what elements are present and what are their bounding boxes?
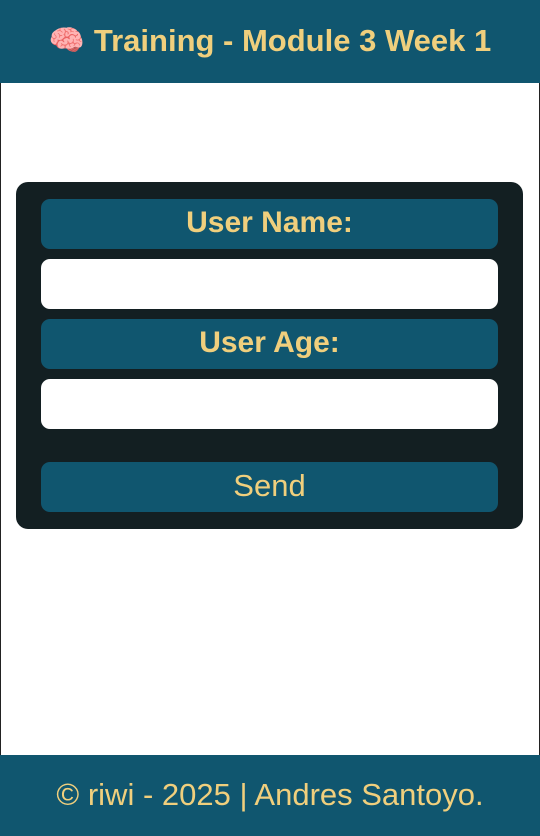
page-title: Training - Module 3 Week 1 <box>93 22 492 58</box>
user-name-label: User Name: <box>41 199 498 249</box>
user-age-label: User Age: <box>41 319 498 369</box>
footer-copyright: © riwi - 2025 | Andres Santoyo. <box>56 776 484 812</box>
page-footer: © riwi - 2025 | Andres Santoyo. <box>0 755 540 836</box>
send-button[interactable]: Send <box>41 462 498 512</box>
user-form: User Name: User Age: Send <box>16 182 523 529</box>
page-header: 🧠 Training - Module 3 Week 1 <box>0 0 540 83</box>
user-age-input[interactable] <box>41 379 498 429</box>
user-name-input[interactable] <box>41 259 498 309</box>
brain-icon: 🧠 <box>48 23 85 57</box>
